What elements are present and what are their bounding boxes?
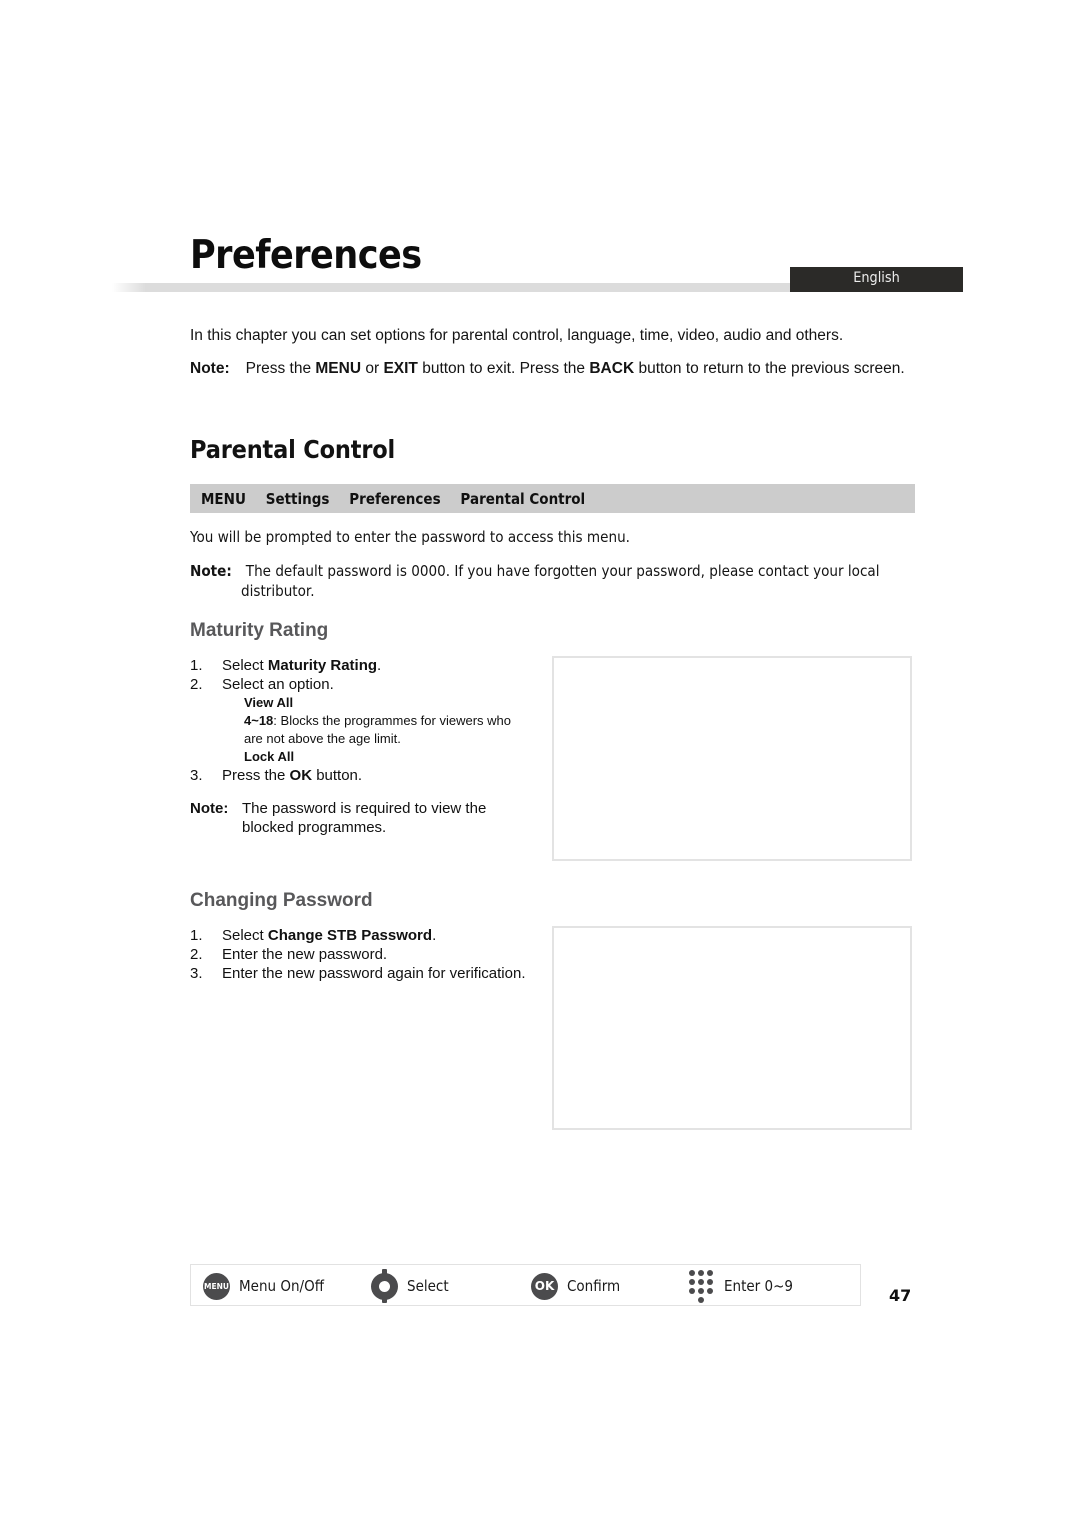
maturity-rating-note: Note: The password is required to view th…: [190, 799, 486, 837]
document-page: Preferences English In this chapter you …: [0, 0, 1080, 1527]
intro-note-label: Note:: [190, 360, 230, 377]
step-number: 2.: [190, 946, 203, 963]
navigation-ring-icon: [371, 1269, 398, 1303]
language-tab-label: English: [853, 270, 900, 286]
keypad-dot: [689, 1270, 695, 1276]
option-view-all: View All: [190, 694, 511, 712]
breadcrumb-item-settings: Settings: [265, 490, 330, 508]
step-number: 3.: [190, 965, 203, 982]
breadcrumb-items: MENU Settings Preferences Parental Control: [201, 490, 585, 508]
parental-control-note-text: The default password is 0000. If you hav…: [245, 562, 880, 580]
keypad-dot: [698, 1297, 704, 1303]
intro-note-text-3: button to exit. Press the: [417, 360, 590, 377]
legend-label: Menu On/Off: [239, 1277, 325, 1295]
subheading-changing-password: Changing Password: [190, 890, 373, 911]
maturity-rating-steps: 1. Select Maturity Rating. 2. Select an op…: [190, 656, 511, 785]
note-text: The password is required to view the: [242, 800, 487, 817]
intro-note-key-menu: MENU: [315, 360, 362, 377]
legend-label: Enter 0~9: [724, 1277, 794, 1295]
breadcrumb-item-parental-control: Parental Control: [460, 490, 586, 508]
option-label: View All: [244, 695, 294, 710]
step-text: Select an option.: [222, 676, 334, 693]
note-text-cont: blocked programmes.: [242, 819, 387, 836]
option-age-range-cont: are not above the age limit.: [244, 731, 401, 746]
keypad-dot: [707, 1270, 713, 1276]
option-description: : Blocks the programmes for viewers who: [273, 713, 511, 728]
step-text: Select: [222, 927, 268, 944]
intro-note-text-4: button to return to the previous screen.: [634, 360, 905, 377]
step-suffix: button.: [312, 767, 363, 784]
legend-item-keypad: Enter 0~9: [689, 1265, 801, 1307]
legend-item-select: Select: [371, 1265, 453, 1307]
keypad-dot: [689, 1279, 695, 1285]
intro-note-key-back: BACK: [589, 360, 635, 377]
keypad-dot: [707, 1279, 713, 1285]
keypad-dot: [707, 1288, 713, 1294]
step-number: 1.: [190, 657, 203, 674]
intro-note-text-2: or: [361, 360, 384, 377]
step-number: 1.: [190, 927, 203, 944]
section-title-parental-control: Parental Control: [190, 435, 396, 464]
step-text: Press the: [222, 767, 290, 784]
chapter-title: Preferences: [190, 233, 422, 278]
step-number: 2.: [190, 676, 203, 693]
option-lock-all: Lock All: [190, 748, 511, 766]
note-row: Note: The password is required to view th…: [190, 799, 486, 818]
keypad-dot: [698, 1288, 704, 1294]
legend-label: Confirm: [567, 1277, 621, 1295]
intro-paragraph: In this chapter you can set options for …: [190, 325, 843, 347]
legend-item-confirm: OK Confirm: [531, 1265, 626, 1307]
step-item: 2. Enter the new password.: [190, 945, 526, 964]
keypad-dot: [689, 1288, 695, 1294]
option-label: 4~18: [244, 713, 274, 728]
ok-button-icon: OK: [531, 1272, 558, 1300]
numeric-keypad-icon: [689, 1269, 715, 1303]
step-bold-term: OK: [289, 767, 313, 784]
step-item: 1. Select Change STB Password.: [190, 926, 526, 945]
option-label: Lock All: [244, 749, 295, 764]
legend-label: Select: [407, 1277, 449, 1295]
breadcrumb: MENU Settings Preferences Parental Control: [190, 484, 915, 513]
header-rule: [112, 283, 792, 292]
nav-center-hole: [379, 1281, 390, 1292]
note-row-cont: blocked programmes.: [190, 818, 486, 837]
note-label: Note:: [190, 800, 229, 817]
nav-down-nub: [382, 1297, 387, 1303]
footer-legend-bar: MENU Menu On/Off Select OK Confirm Enter…: [190, 1264, 861, 1306]
intro-note-key-exit: EXIT: [383, 360, 418, 377]
breadcrumb-item-preferences: Preferences: [349, 490, 441, 508]
step-item: 3. Enter the new password again for verif…: [190, 964, 526, 983]
parental-control-note-cont: distributor.: [241, 582, 315, 600]
step-text: Enter the new password.: [222, 946, 388, 963]
intro-paragraph-text: In this chapter you can set options for …: [190, 327, 844, 344]
step-item: 2. Select an option.: [190, 675, 511, 694]
parental-control-note: Note: The default password is 0000. If yo…: [190, 560, 879, 582]
step-number: 3.: [190, 767, 203, 784]
breadcrumb-item-menu: MENU: [201, 490, 246, 508]
step-suffix: .: [377, 657, 382, 674]
option-age-range: 4~18: Blocks the programmes for viewers …: [190, 712, 511, 730]
subheading-maturity-rating: Maturity Rating: [190, 620, 329, 641]
step-bold-term: Maturity Rating: [267, 657, 378, 674]
parental-control-note-label: Note:: [190, 562, 232, 580]
parental-control-intro: You will be prompted to enter the passwo…: [190, 528, 630, 546]
keypad-dot: [698, 1270, 704, 1276]
screenshot-placeholder-changing-password: [552, 926, 912, 1130]
language-tab: English: [790, 267, 963, 292]
step-text: Enter the new password again for verific…: [222, 965, 526, 982]
changing-password-steps: 1. Select Change STB Password. 2. Enter th…: [190, 926, 526, 983]
step-bold-term: Change STB Password: [267, 927, 433, 944]
intro-note-text-1: Press the: [245, 360, 316, 377]
step-item: 1. Select Maturity Rating.: [190, 656, 511, 675]
legend-item-menu: MENU Menu On/Off: [203, 1265, 333, 1307]
page-number: 47: [889, 1286, 912, 1305]
keypad-dot: [698, 1279, 704, 1285]
intro-note: Note: Press the MENU or EXIT button to ex…: [190, 358, 905, 380]
step-item: 3. Press the OK button.: [190, 766, 511, 785]
menu-button-icon: MENU: [203, 1272, 230, 1300]
screenshot-placeholder-maturity-rating: [552, 656, 912, 861]
step-suffix: .: [432, 927, 437, 944]
step-text: Select: [222, 657, 268, 674]
